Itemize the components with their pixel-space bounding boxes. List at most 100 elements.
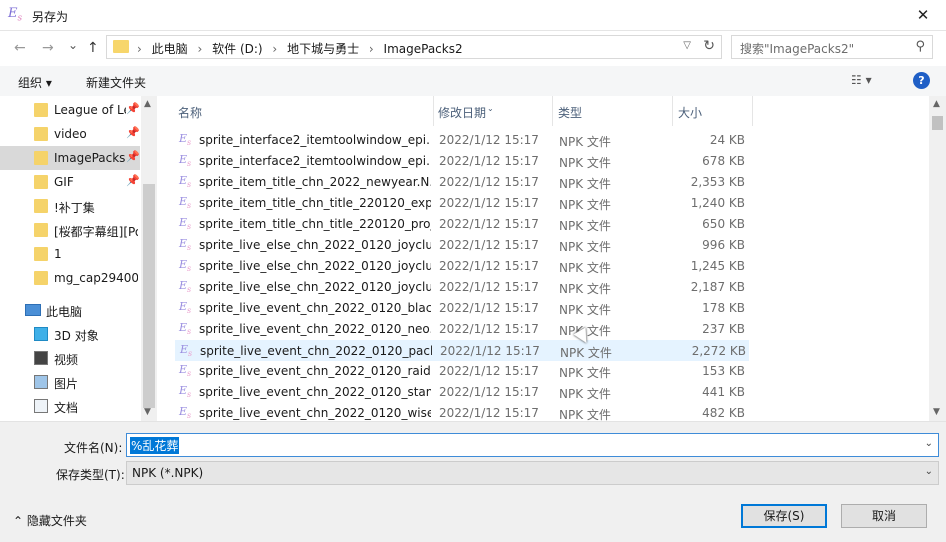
hide-folders-toggle[interactable]: ⌃ 隐藏文件夹 bbox=[13, 512, 87, 529]
film-icon bbox=[34, 351, 48, 365]
close-button[interactable]: ✕ bbox=[900, 0, 946, 31]
column-header-type[interactable]: 类型 bbox=[558, 104, 582, 121]
picture-icon bbox=[34, 375, 48, 389]
scrollbar-thumb[interactable] bbox=[143, 184, 155, 408]
sidebar-item-mgcap[interactable]: mg_cap29400a bbox=[0, 266, 140, 290]
sidebar-item-this-pc[interactable]: 此电脑 bbox=[0, 298, 140, 322]
sidebar-item-label: League of Le bbox=[54, 103, 126, 117]
breadcrumb-pc[interactable]: 此电脑 bbox=[152, 42, 188, 56]
table-row[interactable]: Es sprite_live_event_chn_2022_0120_wise..… bbox=[175, 403, 749, 421]
file-name: sprite_interface2_itemtoolwindow_epi... bbox=[199, 154, 431, 168]
table-row[interactable]: Es sprite_live_event_chn_2022_0120_pack..… bbox=[175, 340, 749, 361]
npk-file-icon: Es bbox=[179, 384, 192, 400]
breadcrumb-game-folder[interactable]: 地下城与勇士 bbox=[287, 42, 359, 56]
breadcrumb-separator[interactable]: › bbox=[272, 42, 277, 56]
table-row[interactable]: Es sprite_live_event_chn_2022_0120_neo...… bbox=[175, 319, 749, 340]
navigation-scrollbar[interactable]: ▲ ▼ bbox=[141, 96, 157, 421]
file-size: 2,187 KB bbox=[690, 280, 745, 294]
sidebar-item-pictures[interactable]: 图片 bbox=[0, 370, 140, 394]
file-type: NPK 文件 bbox=[559, 387, 611, 401]
file-size: 2,353 KB bbox=[690, 175, 745, 189]
chevron-down-icon[interactable]: ⌄ bbox=[925, 438, 933, 449]
folder-icon bbox=[34, 175, 48, 189]
table-row[interactable]: Es sprite_item_title_chn_title_220120_pro… bbox=[175, 214, 749, 235]
folder-icon bbox=[34, 127, 48, 141]
column-header-date[interactable]: 修改日期 bbox=[438, 104, 486, 121]
save-button[interactable]: 保存(S) bbox=[741, 504, 827, 528]
table-row[interactable]: Es sprite_item_title_chn_2022_newyear.N..… bbox=[175, 172, 749, 193]
scroll-up-icon[interactable]: ▲ bbox=[144, 99, 151, 109]
table-row[interactable]: Es sprite_live_event_chn_2022_0120_stam..… bbox=[175, 382, 749, 403]
column-divider[interactable] bbox=[552, 96, 553, 126]
table-row[interactable]: Es sprite_item_title_chn_title_220120_exp… bbox=[175, 193, 749, 214]
cancel-button[interactable]: 取消 bbox=[841, 504, 927, 528]
file-list: 名称 ⌄ 修改日期 类型 大小 Es sprite_interface2_item… bbox=[157, 96, 929, 421]
table-row[interactable]: Es sprite_interface2_itemtoolwindow_epi..… bbox=[175, 151, 749, 172]
filename-value[interactable]: %乱花葬 bbox=[130, 437, 180, 454]
table-row[interactable]: Es sprite_live_event_chn_2022_0120_raid..… bbox=[175, 361, 749, 382]
column-header-name[interactable]: 名称 bbox=[178, 104, 202, 121]
breadcrumb-current[interactable]: ImagePacks2 bbox=[384, 42, 463, 56]
scrollbar-thumb[interactable] bbox=[932, 116, 943, 130]
pin-icon: 📌 bbox=[126, 150, 140, 163]
window-title: 另存为 bbox=[32, 10, 69, 24]
address-bar[interactable]: › 此电脑 › 软件 (D:) › 地下城与勇士 › ImagePacks2 ▽… bbox=[106, 35, 722, 59]
sidebar-item-league[interactable]: League of Le 📌 bbox=[0, 98, 140, 122]
chevron-down-icon[interactable]: ⌄ bbox=[925, 466, 933, 477]
sidebar-item-videos[interactable]: 视频 bbox=[0, 346, 140, 370]
file-date: 2022/1/12 15:17 bbox=[439, 238, 539, 252]
breadcrumb: › 此电脑 › 软件 (D:) › 地下城与勇士 › ImagePacks2 bbox=[137, 40, 469, 57]
table-row[interactable]: Es sprite_interface2_itemtoolwindow_epi..… bbox=[175, 130, 749, 151]
scroll-down-icon[interactable]: ▼ bbox=[144, 407, 151, 417]
scroll-up-icon[interactable]: ▲ bbox=[933, 99, 940, 109]
file-date: 2022/1/12 15:17 bbox=[439, 322, 539, 336]
help-icon[interactable]: ? bbox=[913, 72, 930, 89]
filename-field[interactable]: %乱花葬 ⌄ bbox=[126, 433, 939, 457]
sidebar-item-gif[interactable]: GIF 📌 bbox=[0, 170, 140, 194]
npk-file-icon: Es bbox=[180, 343, 193, 359]
file-date: 2022/1/12 15:17 bbox=[439, 259, 539, 273]
sidebar-item-1[interactable]: 1 bbox=[0, 242, 140, 266]
file-type: NPK 文件 bbox=[559, 219, 611, 233]
sidebar-item-imagepacks[interactable]: ImagePacks 📌 bbox=[0, 146, 140, 170]
breadcrumb-drive[interactable]: 软件 (D:) bbox=[212, 42, 262, 56]
recent-locations-chevron-icon[interactable]: ⌄ bbox=[68, 38, 78, 52]
npk-file-icon: Es bbox=[179, 237, 192, 253]
file-list-scrollbar[interactable]: ▲ ▼ bbox=[929, 96, 946, 421]
document-icon bbox=[34, 399, 48, 413]
sidebar-item-3d-objects[interactable]: 3D 对象 bbox=[0, 322, 140, 346]
table-row[interactable]: Es sprite_live_event_chn_2022_0120_blac..… bbox=[175, 298, 749, 319]
column-divider[interactable] bbox=[433, 96, 434, 126]
table-row[interactable]: Es sprite_live_else_chn_2022_0120_joyclu.… bbox=[175, 256, 749, 277]
column-header-size[interactable]: 大小 bbox=[678, 104, 702, 121]
scroll-down-icon[interactable]: ▼ bbox=[933, 407, 940, 417]
sidebar-item-video[interactable]: video 📌 bbox=[0, 122, 140, 146]
breadcrumb-separator[interactable]: › bbox=[369, 42, 374, 56]
sidebar-item-patches[interactable]: !补丁集 bbox=[0, 194, 140, 218]
sidebar-item-label: 1 bbox=[54, 247, 62, 261]
computer-icon bbox=[25, 304, 41, 316]
forward-arrow-icon[interactable]: → bbox=[42, 40, 54, 56]
column-divider[interactable] bbox=[752, 96, 753, 126]
sidebar-item-sakura[interactable]: [桜都字幕组][Po bbox=[0, 218, 140, 242]
new-folder-button[interactable]: 新建文件夹 bbox=[86, 74, 146, 91]
table-row[interactable]: Es sprite_live_else_chn_2022_0120_joyclu.… bbox=[175, 235, 749, 256]
folder-icon bbox=[34, 151, 48, 165]
up-arrow-icon[interactable]: ↑ bbox=[87, 40, 99, 56]
save-panel: 文件名(N): %乱花葬 ⌄ 保存类型(T): NPK (*.NPK) ⌄ ⌃ … bbox=[0, 421, 946, 542]
back-arrow-icon[interactable]: ← bbox=[14, 40, 26, 56]
view-options-icon[interactable]: ☷ ▾ bbox=[851, 73, 872, 87]
breadcrumb-separator[interactable]: › bbox=[197, 42, 202, 56]
file-name: sprite_item_title_chn_2022_newyear.N... bbox=[199, 175, 431, 189]
column-divider[interactable] bbox=[672, 96, 673, 126]
filetype-select[interactable]: NPK (*.NPK) ⌄ bbox=[126, 461, 939, 485]
refresh-icon[interactable]: ↻ bbox=[703, 38, 715, 54]
chevron-down-icon[interactable]: ▽ bbox=[683, 40, 691, 51]
breadcrumb-separator[interactable]: › bbox=[137, 42, 142, 56]
sidebar-item-documents[interactable]: 文档 bbox=[0, 394, 140, 418]
npk-file-icon: Es bbox=[179, 195, 192, 211]
file-size: 24 KB bbox=[709, 133, 745, 147]
search-box[interactable]: 搜索"ImagePacks2" ⚲ bbox=[731, 35, 933, 59]
organize-menu[interactable]: 组织 ▾ bbox=[18, 74, 52, 91]
table-row[interactable]: Es sprite_live_else_chn_2022_0120_joyclu.… bbox=[175, 277, 749, 298]
